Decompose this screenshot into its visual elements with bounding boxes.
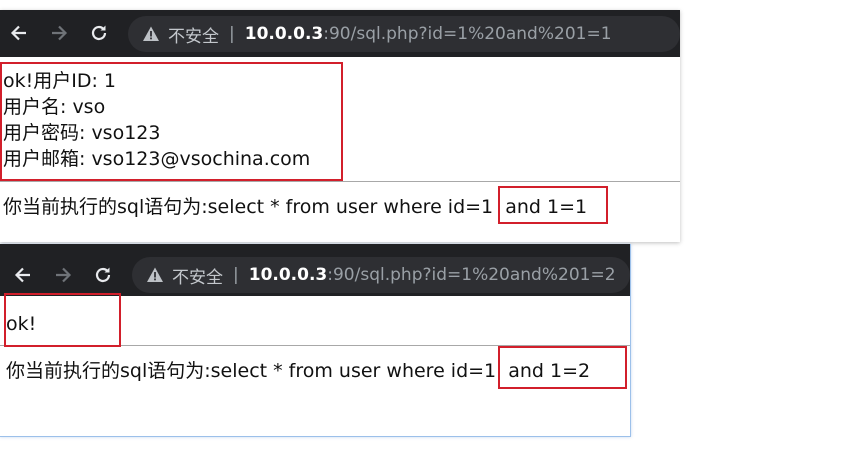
highlight-box-injection <box>498 346 627 389</box>
warning-triangle-icon <box>147 267 163 282</box>
reload-icon[interactable] <box>88 22 110 44</box>
sql-prefix: 你当前执行的sql语句为:select * from user where id… <box>6 360 497 382</box>
url-path: :90/sql.php?id=1%20and%201=2 <box>327 265 616 285</box>
insecure-label: 不安全 <box>172 267 223 288</box>
url-path: :90/sql.php?id=1%20and%201=1 <box>323 24 612 44</box>
back-arrow-icon[interactable] <box>8 22 30 44</box>
highlight-box-result <box>0 62 343 181</box>
reload-icon[interactable] <box>92 264 114 286</box>
back-arrow-icon[interactable] <box>12 264 34 286</box>
browser-window-1: 不安全 | 10.0.0.3 :90/sql.php?id=1%20and%20… <box>0 10 680 242</box>
address-bar[interactable]: 不安全 | 10.0.0.3 :90/sql.php?id=1%20and%20… <box>132 257 630 293</box>
url-separator: | <box>229 24 235 44</box>
highlight-box-result <box>4 293 121 347</box>
forward-arrow-icon[interactable] <box>52 264 74 286</box>
divider <box>0 181 680 182</box>
address-bar[interactable]: 不安全 | 10.0.0.3 :90/sql.php?id=1%20and%20… <box>128 16 680 52</box>
browser-toolbar: 不安全 | 10.0.0.3 :90/sql.php?id=1%20and%20… <box>0 10 680 57</box>
sql-prefix: 你当前执行的sql语句为:select * from user where id… <box>3 196 494 218</box>
url-host: 10.0.0.3 <box>244 24 324 44</box>
url-host: 10.0.0.3 <box>248 265 328 285</box>
url-separator: | <box>233 265 239 285</box>
browser-window-2: 不安全 | 10.0.0.3 :90/sql.php?id=1%20and%20… <box>0 244 631 437</box>
highlight-box-injection <box>498 186 608 224</box>
forward-arrow-icon[interactable] <box>48 22 70 44</box>
warning-triangle-icon <box>143 26 159 41</box>
browser-toolbar-2: 不安全 | 10.0.0.3 :90/sql.php?id=1%20and%20… <box>0 244 630 296</box>
insecure-label: 不安全 <box>168 26 219 47</box>
